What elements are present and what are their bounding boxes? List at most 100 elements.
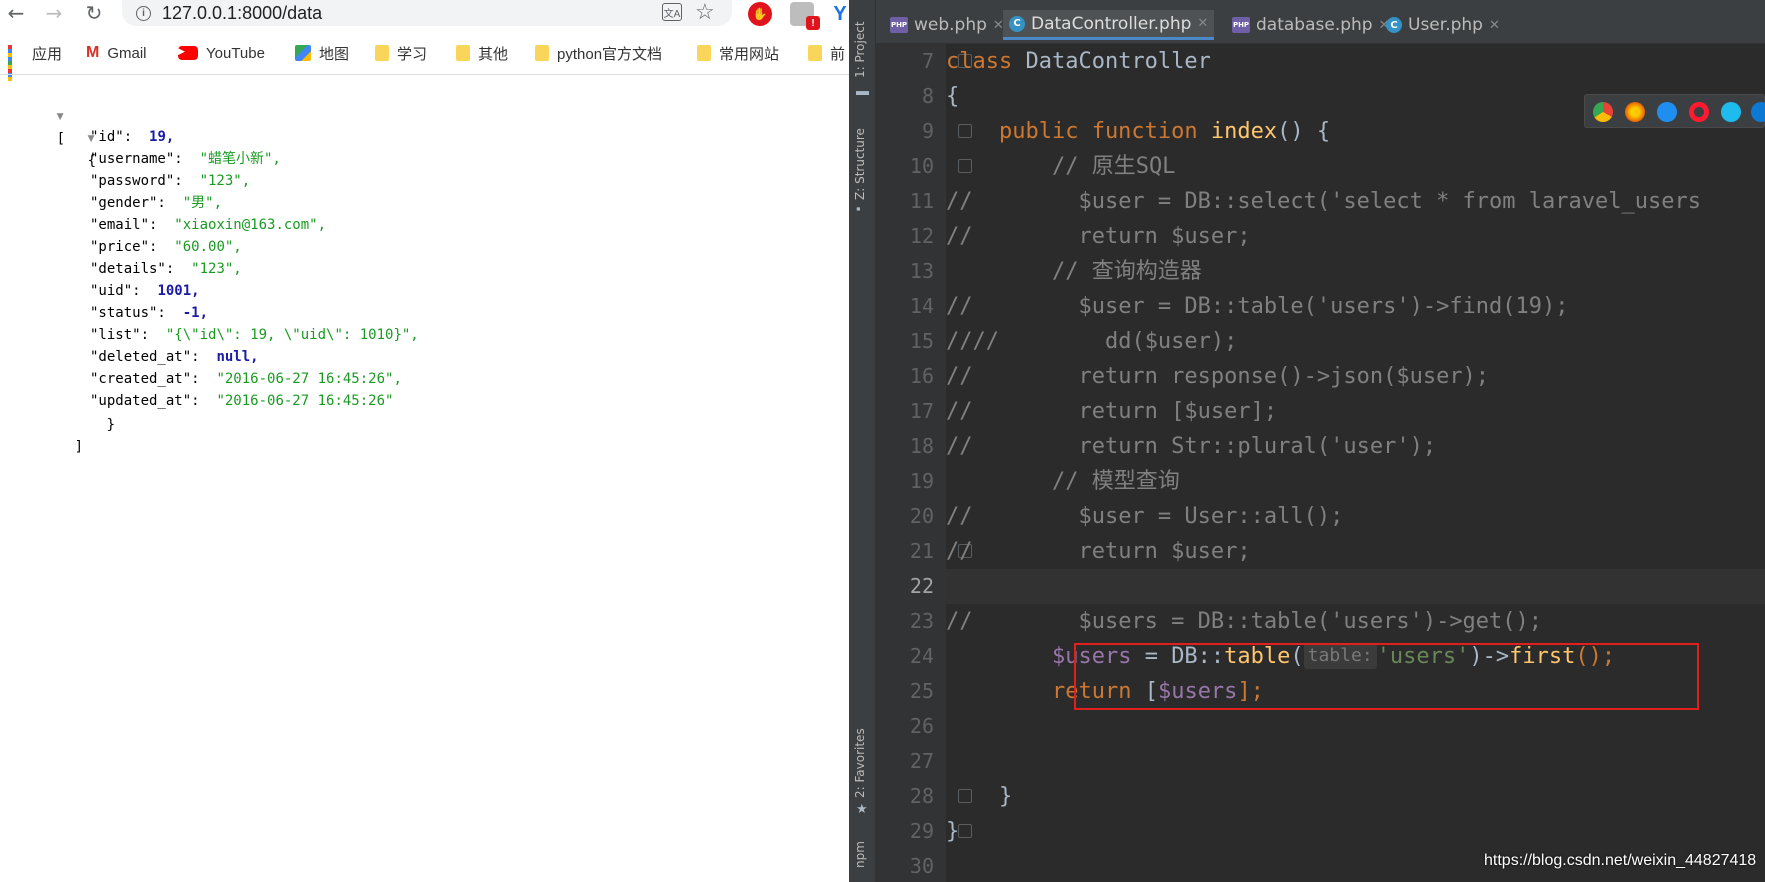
youtube-icon: ▶ bbox=[178, 46, 198, 60]
bookmark-maps[interactable]: 地图 bbox=[295, 42, 349, 64]
ide-window: 1: Project ▬ Z: Structure ▪ 2: Favorites… bbox=[849, 0, 1765, 882]
code-line-23[interactable]: // $users = DB::table('users')->get(); bbox=[946, 604, 1765, 639]
edge-icon[interactable] bbox=[1751, 102, 1765, 122]
json-key: "id": bbox=[90, 129, 133, 145]
bookmark-label: Gmail bbox=[107, 44, 147, 62]
code-line-7[interactable]: class DataController bbox=[946, 44, 1765, 79]
code-line-17[interactable]: // return [$user]; bbox=[946, 394, 1765, 429]
reload-icon[interactable]: ↻ bbox=[80, 0, 108, 26]
code-line-26[interactable] bbox=[946, 709, 1765, 744]
firefox-icon[interactable] bbox=[1625, 102, 1645, 122]
json-row: "username": "蜡笔小新", bbox=[90, 148, 281, 170]
code-line-15[interactable]: //// dd($user); bbox=[946, 324, 1765, 359]
php-file-icon: PHP bbox=[890, 17, 908, 33]
code-editor[interactable]: class DataController { public function i… bbox=[946, 44, 1765, 882]
tab-database-php[interactable]: PHP database.php ✕ bbox=[1226, 10, 1395, 40]
code-line-20[interactable]: // $user = User::all(); bbox=[946, 499, 1765, 534]
code-line-28[interactable]: } bbox=[946, 779, 1765, 814]
tab-user-php[interactable]: C User.php ✕ bbox=[1380, 10, 1506, 40]
code-line-12[interactable]: // return $user; bbox=[946, 219, 1765, 254]
bookmark-label: 应用 bbox=[32, 45, 63, 63]
close-tab-icon[interactable]: ✕ bbox=[1197, 16, 1208, 31]
structure-tool-label[interactable]: Z: Structure bbox=[853, 124, 867, 200]
line-number: 13 bbox=[909, 259, 934, 283]
line-number: 8 bbox=[921, 84, 934, 108]
extension-v-icon[interactable]: Y bbox=[828, 2, 849, 26]
browser-window: ← → ↻ i 127.0.0.1:8000/data 文A ☆ ✋ ! Y 应… bbox=[0, 0, 849, 882]
code-line-13[interactable]: // 查询构造器 bbox=[946, 254, 1765, 289]
close-tab-icon[interactable]: ✕ bbox=[1489, 18, 1500, 33]
line-number: 19 bbox=[909, 469, 934, 493]
code-line-14[interactable]: // $user = DB::table('users')->find(19); bbox=[946, 289, 1765, 324]
json-array-close: ] bbox=[74, 439, 84, 455]
back-arrow-icon[interactable]: ← bbox=[2, 0, 30, 26]
json-array-open[interactable]: ▼ [ bbox=[6, 82, 65, 147]
json-value: "60.00", bbox=[174, 239, 242, 255]
code-line-16[interactable]: // return response()->json($user); bbox=[946, 359, 1765, 394]
code-line-19[interactable]: // 模型查询 bbox=[946, 464, 1765, 499]
bookmark-folder-common-sites[interactable]: 常用网站 bbox=[697, 42, 779, 64]
editor-tab-bar: PHP web.php ✕ C DataController.php ✕ PHP… bbox=[876, 0, 1765, 44]
forward-arrow-icon[interactable]: → bbox=[40, 0, 68, 26]
json-key: "price": bbox=[90, 239, 158, 255]
address-bar[interactable]: i 127.0.0.1:8000/data 文A ☆ bbox=[122, 0, 732, 26]
structure-icon[interactable]: ▪ bbox=[856, 202, 869, 215]
line-number: 7 bbox=[921, 49, 934, 73]
folder-icon bbox=[808, 45, 822, 61]
bookmark-folder-study[interactable]: 学习 bbox=[375, 42, 427, 64]
bookmark-apps[interactable]: 应用 bbox=[8, 42, 63, 81]
safari-icon[interactable] bbox=[1657, 102, 1677, 122]
line-number: 10 bbox=[909, 154, 934, 178]
project-tool-label[interactable]: 1: Project bbox=[853, 8, 867, 78]
code-line-29[interactable]: } bbox=[946, 814, 1765, 849]
project-folder-icon[interactable]: ▬ bbox=[856, 84, 869, 97]
json-value: 1001, bbox=[157, 283, 200, 299]
code-line-27[interactable] bbox=[946, 744, 1765, 779]
json-object-open[interactable]: ▼ { bbox=[37, 104, 96, 169]
npm-tool-label[interactable]: npm bbox=[853, 841, 867, 868]
line-number: 15 bbox=[909, 329, 934, 353]
code-line-21[interactable]: // return $user; bbox=[946, 534, 1765, 569]
site-info-icon[interactable]: i bbox=[136, 5, 151, 21]
bookmark-youtube[interactable]: ▶ YouTube bbox=[178, 42, 265, 64]
json-key: "uid": bbox=[90, 283, 141, 299]
json-row: "status": -1, bbox=[90, 302, 208, 324]
bookmark-label: 常用网站 bbox=[719, 45, 780, 63]
bookmarks-bar: 应用 M Gmail ▶ YouTube 地图 学习 其他 python官方文档 bbox=[0, 36, 849, 81]
favorites-tool-label[interactable]: 2: Favorites bbox=[853, 724, 867, 798]
translate-icon[interactable]: 文A bbox=[662, 3, 682, 21]
internet-explorer-icon[interactable] bbox=[1721, 102, 1741, 122]
address-url[interactable]: 127.0.0.1:8000/data bbox=[162, 3, 322, 24]
tab-datacontroller-php[interactable]: C DataController.php ✕ bbox=[1003, 10, 1215, 40]
bookmark-folder-python-docs[interactable]: python官方文档 bbox=[535, 42, 662, 64]
code-line-22-current[interactable] bbox=[946, 569, 1765, 604]
line-number: 12 bbox=[909, 224, 934, 248]
line-number-gutter: 7 8 9 10 11 12 13 14 15 16 17 18 19 20 21 22 23 24 25 26 27 2… bbox=[876, 44, 972, 882]
bookmark-folder-front[interactable]: 前 bbox=[808, 42, 845, 64]
json-key: "deleted_at": bbox=[90, 349, 200, 365]
folder-icon bbox=[456, 45, 470, 61]
adblock-extension-icon[interactable]: ✋ bbox=[748, 2, 772, 26]
folder-icon bbox=[535, 45, 549, 61]
json-row: "created_at": "2016-06-27 16:45:26", bbox=[90, 368, 402, 390]
php-file-icon: PHP bbox=[1232, 17, 1250, 33]
bookmark-star-icon[interactable]: ☆ bbox=[695, 0, 715, 25]
bookmark-folder-other[interactable]: 其他 bbox=[456, 42, 508, 64]
bookmark-gmail[interactable]: M Gmail bbox=[86, 42, 147, 64]
json-value: "xiaoxin@163.com", bbox=[174, 217, 327, 233]
favorites-star-icon[interactable]: ★ bbox=[856, 802, 869, 815]
tab-web-php[interactable]: PHP web.php ✕ bbox=[884, 10, 1010, 40]
folder-icon bbox=[375, 45, 389, 61]
chrome-icon[interactable] bbox=[1593, 102, 1613, 122]
extension-alert-icon[interactable]: ! bbox=[790, 2, 820, 30]
json-row: "list": "{\"id\": 19, \"uid\": 1010}", bbox=[90, 324, 419, 346]
code-line-18[interactable]: // return Str::plural('user'); bbox=[946, 429, 1765, 464]
code-line-11[interactable]: // $user = DB::select('select * from lar… bbox=[946, 184, 1765, 219]
json-key: "status": bbox=[90, 305, 166, 321]
code-line-10[interactable]: // 原生SQL bbox=[946, 149, 1765, 184]
class-file-icon: C bbox=[1009, 15, 1025, 32]
line-number: 9 bbox=[921, 119, 934, 143]
opera-icon[interactable] bbox=[1689, 102, 1709, 122]
class-file-icon: C bbox=[1386, 17, 1402, 33]
json-value: "{\"id\": 19, \"uid\": 1010}", bbox=[165, 327, 419, 343]
